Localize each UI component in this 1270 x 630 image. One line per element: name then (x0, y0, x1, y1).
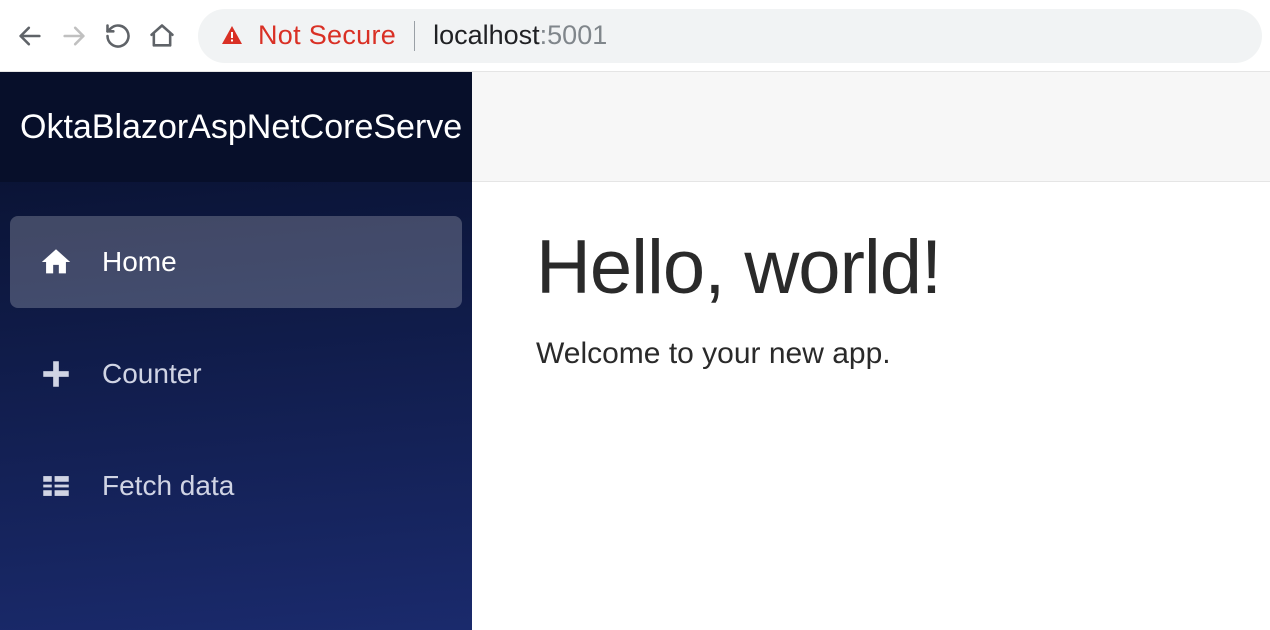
page-heading: Hello, world! (536, 224, 1206, 311)
reload-icon (104, 22, 132, 50)
home-icon (38, 244, 74, 280)
arrow-right-icon (60, 22, 88, 50)
url-host: localhost (433, 20, 540, 51)
address-bar[interactable]: Not Secure localhost:5001 (198, 9, 1262, 63)
page-subtext: Welcome to your new app. (536, 337, 1206, 371)
app-container: OktaBlazorAspNetCoreServe Home Counter (0, 72, 1270, 630)
sidebar-item-label: Home (102, 246, 177, 278)
sidebar: OktaBlazorAspNetCoreServe Home Counter (0, 72, 472, 630)
warning-triangle-icon (220, 24, 244, 48)
sidebar-item-fetch-data[interactable]: Fetch data (10, 440, 462, 532)
security-status: Not Secure (258, 20, 396, 51)
arrow-left-icon (16, 22, 44, 50)
sidebar-item-home[interactable]: Home (10, 216, 462, 308)
plus-icon (38, 356, 74, 392)
top-bar (472, 72, 1270, 182)
home-outline-icon (148, 22, 176, 50)
url-port: :5001 (540, 20, 608, 51)
back-button[interactable] (8, 14, 52, 58)
main-content: Hello, world! Welcome to your new app. (472, 182, 1270, 413)
brand-title[interactable]: OktaBlazorAspNetCoreServe (0, 72, 472, 182)
list-icon (38, 468, 74, 504)
sidebar-nav: Home Counter Fetch data (0, 182, 472, 552)
content-area: Hello, world! Welcome to your new app. (472, 72, 1270, 630)
sidebar-item-label: Counter (102, 358, 202, 390)
reload-button[interactable] (96, 14, 140, 58)
forward-button[interactable] (52, 14, 96, 58)
sidebar-item-counter[interactable]: Counter (10, 328, 462, 420)
browser-toolbar: Not Secure localhost:5001 (0, 0, 1270, 72)
home-button[interactable] (140, 14, 184, 58)
address-divider (414, 21, 415, 51)
sidebar-item-label: Fetch data (102, 470, 234, 502)
